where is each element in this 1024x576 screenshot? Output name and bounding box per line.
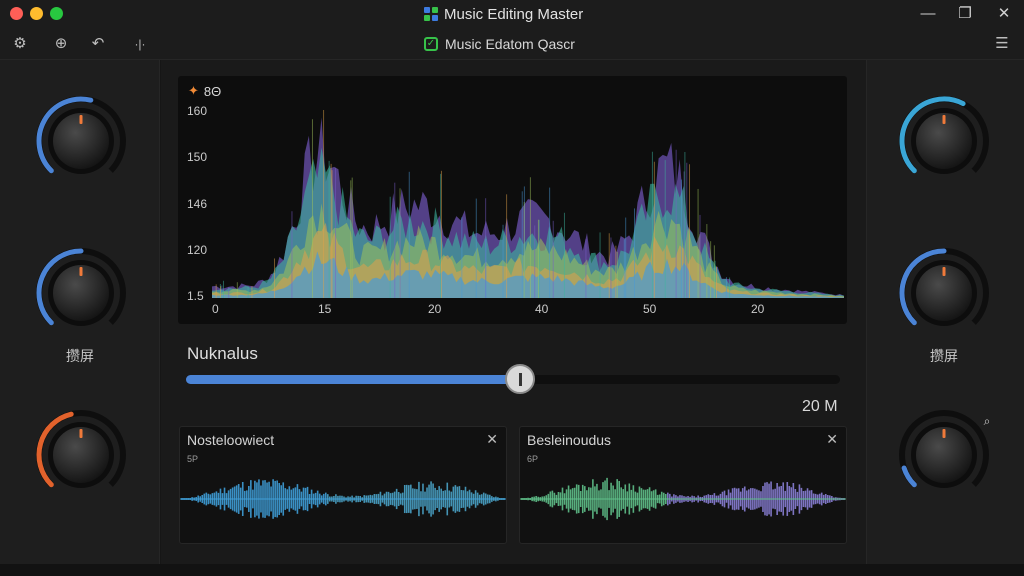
project-indicator[interactable]: ✓ Music Edatom Qascr — [424, 36, 575, 52]
x-tick: 15 — [318, 302, 332, 316]
close-icon[interactable]: ✕ — [994, 4, 1014, 24]
knob-pointer — [942, 115, 946, 124]
zoom-window-button[interactable] — [50, 7, 63, 20]
knob-pointer — [79, 429, 83, 438]
spectrum-label: 8Θ — [203, 83, 222, 99]
spectrum-icon: ✦ — [188, 83, 199, 98]
settings-icon[interactable]: ⚙ — [10, 34, 30, 54]
x-tick: 50 — [643, 302, 657, 316]
left-knob-panel: 攒屏 — [0, 60, 160, 564]
left-knob-label: 攒屏 — [66, 348, 94, 364]
y-tick: 120 — [187, 243, 208, 257]
waveform-title: Besleinoudus — [527, 432, 612, 448]
status-bar — [0, 564, 1024, 576]
minimize-icon[interactable]: — — [918, 4, 938, 24]
slider-handle[interactable] — [504, 364, 535, 394]
close-icon[interactable]: ✕ — [826, 431, 838, 448]
minimize-window-button[interactable] — [30, 7, 43, 20]
main-editor: ✦ 8Θ 160 150 146 120 1.5 0 15 20 40 50 2… — [161, 60, 866, 564]
knob-right-1[interactable] — [897, 94, 991, 188]
waveform-panel-1[interactable]: Nosteloowiect ✕ 5P — [179, 426, 507, 544]
undo-icon[interactable]: ↶ — [88, 34, 108, 54]
check-icon: ✓ — [424, 37, 438, 51]
app-title: Music Editing Master — [424, 5, 583, 23]
spectrum-header: ✦ 8Θ — [188, 83, 221, 99]
knob-left-3[interactable] — [34, 408, 128, 502]
waveform-graphic — [180, 479, 506, 519]
slider-track[interactable] — [186, 364, 840, 394]
maximize-icon[interactable]: ❐ — [955, 4, 975, 24]
spectrum-display: ✦ 8Θ 160 150 146 120 1.5 0 15 20 40 50 2… — [178, 76, 847, 324]
list-settings-icon[interactable]: ☰ — [992, 34, 1012, 54]
knob-right-3[interactable] — [897, 408, 991, 502]
slider-value: 20 M — [802, 398, 838, 415]
app-logo-icon — [424, 7, 438, 21]
spectrum-bands — [212, 110, 844, 298]
knob-left-2[interactable] — [34, 246, 128, 340]
x-tick: 0 — [212, 302, 219, 316]
knob-pointer — [942, 267, 946, 276]
project-name: Music Edatom Qascr — [445, 36, 575, 52]
slider-label: Nuknalus — [187, 344, 258, 363]
x-tick: 20 — [751, 302, 765, 316]
close-icon[interactable]: ✕ — [486, 431, 498, 448]
waveform-panel-2[interactable]: Besleinoudus ✕ 6P — [519, 426, 847, 544]
knob-pointer — [79, 115, 83, 124]
y-tick: 160 — [187, 104, 208, 118]
y-tick: 146 — [187, 197, 208, 211]
right-knob-panel: 攒屏 ⌕ — [866, 60, 1024, 564]
knob-arc — [901, 465, 917, 488]
close-window-button[interactable] — [10, 7, 23, 20]
globe-icon[interactable]: ⊕ — [51, 34, 71, 54]
y-tick: 150 — [187, 150, 208, 164]
right-knob-label: 攒屏 — [930, 348, 958, 364]
knob-pointer — [942, 429, 946, 438]
slider-fill — [186, 375, 520, 384]
knob-pointer — [79, 267, 83, 276]
knob-left-1[interactable] — [34, 94, 128, 188]
toolbar: ⚙ ⊕ ↶ ·|· ✓ Music Edatom Qascr ☰ — [0, 28, 1024, 60]
waveform-graphic — [520, 477, 846, 521]
y-tick: 1.5 — [187, 289, 204, 303]
split-icon[interactable]: ·|· — [130, 34, 150, 54]
title-bar: Music Editing Master — ❐ ✕ — [0, 0, 1024, 28]
app-title-text: Music Editing Master — [444, 5, 584, 23]
x-tick: 20 — [428, 302, 442, 316]
knob-right-2[interactable] — [897, 246, 991, 340]
x-tick: 40 — [535, 302, 549, 316]
waveform-title: Nosteloowiect — [187, 432, 275, 448]
